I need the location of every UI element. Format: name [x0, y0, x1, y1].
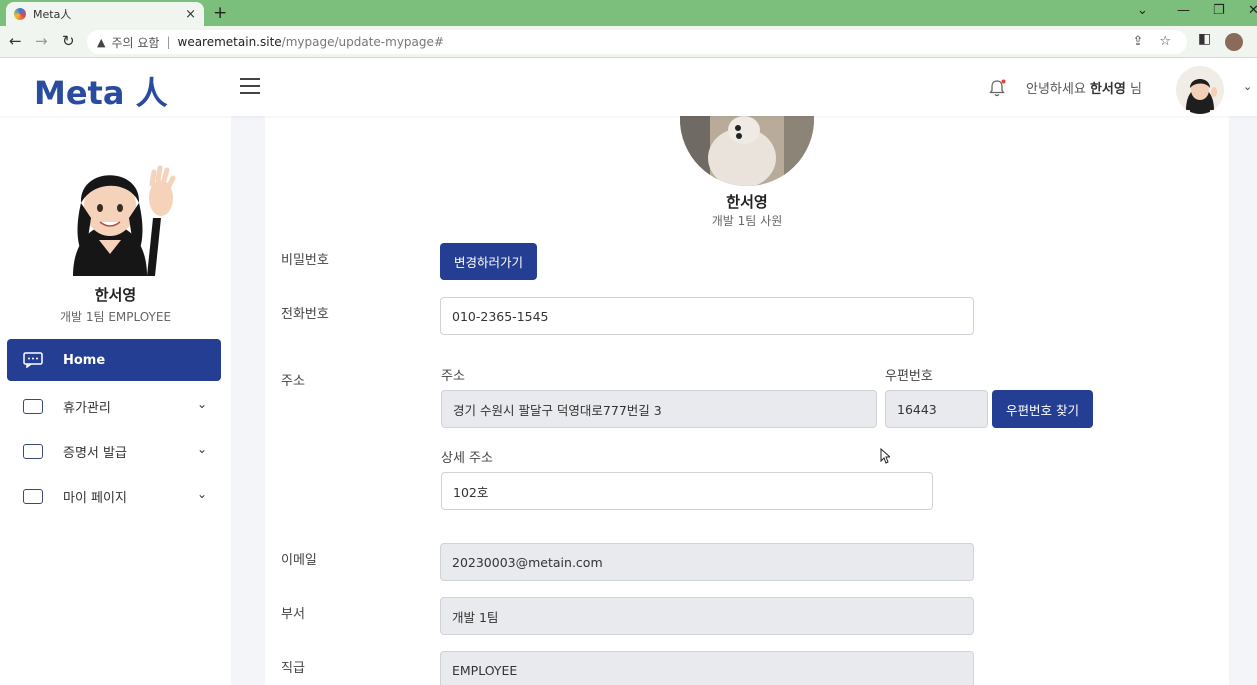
sidebar-menu: Home 휴가관리 ⌄ 증명서 발급 ⌄ 마이 페이지 ⌄ [7, 339, 221, 519]
chat-icon [23, 352, 43, 369]
sidebar-item-label: 마이 페이지 [63, 491, 127, 506]
rank-field[interactable]: EMPLOYEE [440, 651, 974, 685]
password-label: 비밀번호 [281, 253, 329, 268]
chevron-down-icon[interactable]: ⌄ [197, 397, 207, 411]
close-window-icon[interactable]: ✕ [1248, 3, 1257, 18]
share-icon[interactable]: ⇪ [1132, 34, 1143, 49]
browser-tab-bar: Meta人 × + ⌄ — ❐ ✕ [0, 0, 1257, 26]
sidebar-item-mypage[interactable]: 마이 페이지 ⌄ [7, 474, 221, 519]
zip-label: 우편번호 [885, 369, 933, 384]
url-separator: | [166, 35, 171, 49]
tab-close-icon[interactable]: × [185, 7, 196, 22]
detail-address-label: 상세 주소 [441, 451, 493, 466]
header-user-name: 한서영 [1089, 82, 1126, 97]
profile-dept: 개발 1팀 사원 [711, 214, 783, 228]
browser-profile-avatar[interactable] [1225, 33, 1243, 51]
sidebar-item-leave[interactable]: 휴가관리 ⌄ [7, 384, 221, 429]
department-field[interactable]: 개발 1팀 [440, 597, 974, 635]
reload-icon[interactable]: ↻ [62, 32, 75, 50]
favicon-icon [14, 8, 26, 20]
url-field[interactable]: ▲ 주의 요함 | wearemetain.site/mypage/update… [87, 30, 1187, 54]
greeting-prefix: 안녕하세요 [1026, 82, 1086, 97]
chevron-down-icon[interactable]: ⌄ [197, 487, 207, 501]
restore-icon[interactable]: ❐ [1213, 3, 1225, 18]
chevron-down-icon[interactable]: ⌄ [1243, 80, 1252, 93]
address-label: 주소 [281, 374, 305, 389]
sidebar-item-home[interactable]: Home [7, 339, 221, 381]
sidebar-item-certificate[interactable]: 증명서 발급 ⌄ [7, 429, 221, 474]
address-sub-label: 주소 [441, 369, 465, 384]
logo[interactable]: Meta 人 [34, 68, 168, 114]
url-path: /mypage/update-mypage# [281, 35, 444, 49]
phone-label: 전화번호 [281, 307, 329, 322]
minimize-icon[interactable]: — [1177, 3, 1190, 18]
new-tab-button[interactable]: + [213, 3, 227, 23]
sidebar-user-name: 한서영 [94, 286, 137, 304]
email-field[interactable]: 20230003@metain.com [440, 543, 974, 581]
zip-field[interactable]: 16443 [885, 390, 988, 428]
hamburger-menu-icon[interactable] [240, 78, 260, 94]
browser-tab[interactable]: Meta人 × [6, 2, 204, 26]
greeting: 안녕하세요 한서영 님 [1026, 78, 1142, 97]
tab-title: Meta人 [33, 8, 72, 21]
avatar[interactable] [1176, 66, 1224, 114]
tab-search-icon[interactable]: ⌄ [1137, 3, 1148, 18]
phone-field[interactable]: 010-2365-1545 [440, 297, 974, 335]
url-host: wearemetain.site [177, 35, 282, 49]
app-header: Meta 人 안녕하세요 한서영 님 ⌄ [0, 58, 1257, 116]
back-icon[interactable]: ← [9, 32, 22, 50]
sidebar-user-role: 개발 1팀 EMPLOYEE [59, 310, 172, 324]
profile-name: 한서영 [726, 193, 768, 211]
sidebar-item-label: 증명서 발급 [63, 446, 127, 461]
chevron-down-icon[interactable]: ⌄ [197, 442, 207, 456]
find-zip-button[interactable]: 우편번호 찾기 [992, 390, 1093, 428]
email-label: 이메일 [281, 553, 317, 568]
security-label[interactable]: 주의 요함 [111, 34, 159, 51]
tablet-icon [23, 489, 43, 504]
tablet-icon [23, 399, 43, 414]
sidebar-item-label: 휴가관리 [63, 401, 111, 416]
warning-icon[interactable]: ▲ [97, 36, 105, 49]
mouse-cursor-icon [880, 448, 890, 464]
side-panel-icon[interactable]: ◧ [1198, 31, 1211, 47]
address-bar-row: ← → ↻ ▲ 주의 요함 | wearemetain.site/mypage/… [0, 26, 1257, 58]
bell-icon[interactable] [987, 78, 1007, 98]
greeting-suffix: 님 [1129, 82, 1142, 97]
change-password-button[interactable]: 변경하러가기 [440, 243, 537, 280]
detail-address-field[interactable]: 102호 [441, 472, 933, 510]
forward-icon[interactable]: → [35, 32, 48, 50]
tablet-icon [23, 444, 43, 459]
bookmark-star-icon[interactable]: ☆ [1159, 34, 1171, 49]
rank-label: 직급 [281, 661, 305, 676]
address-field[interactable]: 경기 수원시 팔달구 덕영대로777번길 3 [441, 390, 877, 428]
department-label: 부서 [281, 607, 305, 622]
sidebar-item-label: Home [63, 352, 106, 368]
